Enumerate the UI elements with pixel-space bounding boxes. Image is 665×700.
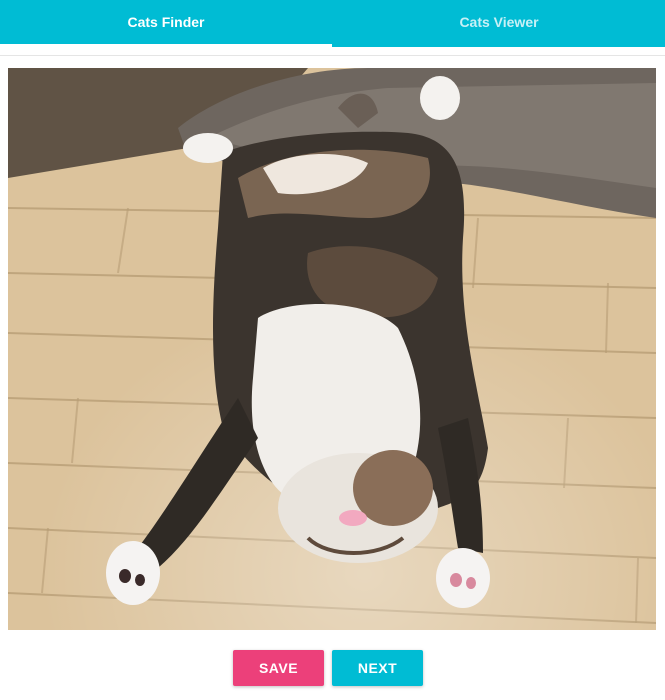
divider [0, 55, 665, 56]
tab-cats-finder[interactable]: Cats Finder [0, 0, 332, 44]
next-button[interactable]: NEXT [332, 650, 423, 686]
save-button[interactable]: SAVE [233, 650, 324, 686]
app-tab-bar: Cats Finder Cats Viewer [0, 0, 665, 47]
active-tab-indicator [0, 44, 332, 47]
cat-photo [8, 68, 656, 630]
tab-cats-viewer[interactable]: Cats Viewer [333, 0, 665, 44]
